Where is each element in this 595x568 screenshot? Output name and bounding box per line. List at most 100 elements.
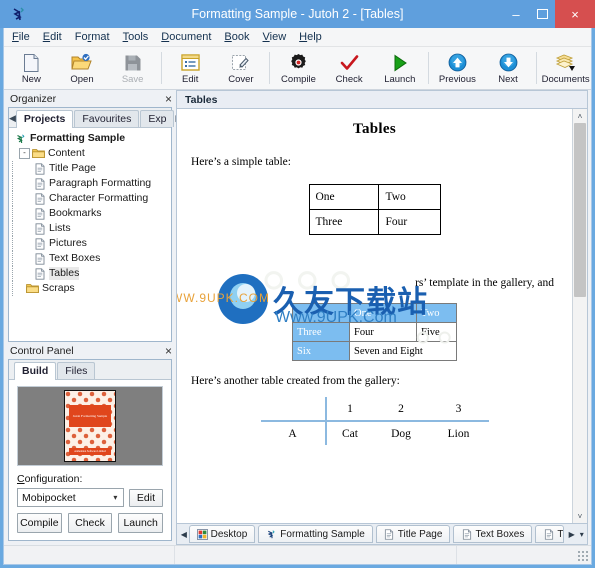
document-page[interactable]: Tables Here’s a simple table: One Two Th… <box>177 109 572 523</box>
table-cell-merged[interactable]: Seven and Eight <box>349 341 457 361</box>
menu-book[interactable]: Book <box>224 31 249 43</box>
toolbar-new-button[interactable]: New <box>6 47 57 89</box>
configuration-select[interactable]: Mobipocket ▾ <box>17 488 124 507</box>
menu-tools[interactable]: Tools <box>123 31 149 43</box>
tab-exp[interactable]: Exp <box>140 110 175 127</box>
table-cell[interactable] <box>292 303 350 323</box>
document-header: Tables <box>176 90 588 108</box>
cover-title: Jutoh Formatting Sample <box>69 405 111 427</box>
simple-table[interactable]: One Two Three Four <box>308 184 441 235</box>
document-icon <box>33 207 46 220</box>
table-cell[interactable]: Six <box>292 341 350 361</box>
resize-grip-icon[interactable] <box>577 549 588 561</box>
toolbar-compile-label: Compile <box>281 73 316 85</box>
new-document-icon <box>23 52 40 74</box>
maximize-button[interactable] <box>529 0 555 28</box>
tree-item-tables[interactable]: Tables <box>12 266 171 281</box>
table-cell[interactable]: Four <box>349 322 417 342</box>
scroll-up-button[interactable]: ˄ <box>573 109 587 123</box>
document-editor[interactable]: Tables Here’s a simple table: One Two Th… <box>176 108 588 524</box>
cover-preview[interactable]: Jutoh Formatting Sample Anthemion Softwa… <box>17 386 163 466</box>
organizer-tabs-left-arrow[interactable]: ◀ <box>9 109 16 127</box>
minimize-button[interactable]: – <box>503 0 529 28</box>
tree-item-text-boxes[interactable]: Text Boxes <box>12 251 171 266</box>
table-cell[interactable]: Lion <box>429 421 489 445</box>
blue-table[interactable]: One Two Three Four Five Six Seven and Ei… <box>292 303 457 361</box>
table-cell[interactable]: One <box>349 303 417 323</box>
menu-help[interactable]: Help <box>299 31 322 43</box>
launch-button[interactable]: Launch <box>118 513 164 533</box>
close-button[interactable]: × <box>555 0 595 28</box>
toolbar-documents-button[interactable]: Documents <box>540 47 591 89</box>
tree-item-title-page[interactable]: Title Page <box>12 161 171 176</box>
tree-item-lists[interactable]: Lists <box>12 221 171 236</box>
toolbar-edit-label: Edit <box>182 73 199 85</box>
doc-tab-desktop[interactable]: Desktop <box>188 525 256 543</box>
table-cell[interactable]: Dog <box>373 421 428 445</box>
organizer-header: Organizer × <box>4 90 176 107</box>
table-cell[interactable]: Three <box>308 209 380 235</box>
scroll-thumb[interactable] <box>574 123 586 297</box>
tree-item-bookmarks[interactable]: Bookmarks <box>12 206 171 221</box>
toolbar-launch-button[interactable]: Launch <box>374 47 425 89</box>
doc-tab-tables[interactable]: T <box>535 525 564 543</box>
menu-file[interactable]: File <box>12 31 30 43</box>
organizer-close-icon[interactable]: × <box>165 93 172 105</box>
toolbar-open-button[interactable]: Open <box>57 47 108 89</box>
table-cell[interactable]: 2 <box>373 397 429 422</box>
menu-document[interactable]: Document <box>161 31 211 43</box>
table-cell[interactable]: One <box>308 184 380 210</box>
tree-expander-content[interactable]: - <box>19 148 30 159</box>
menu-format[interactable]: Format <box>75 31 110 43</box>
gallery-table[interactable]: 1 2 3 A Cat Dog Lion <box>260 397 489 445</box>
table-cell[interactable]: Four <box>378 209 441 235</box>
document-vertical-scrollbar[interactable]: ˄ ˅ <box>572 109 587 523</box>
tabbar-right-arrow[interactable]: ▶ <box>567 530 577 539</box>
tabbar-left-arrow[interactable]: ◀ <box>179 530 189 539</box>
table-cell[interactable]: Two <box>416 303 457 323</box>
table-cell[interactable]: Cat <box>324 421 374 445</box>
toolbar-save-button[interactable]: Save <box>107 47 158 89</box>
toolbar-next-button[interactable]: Next <box>483 47 534 89</box>
table-cell[interactable]: 3 <box>428 397 489 422</box>
toolbar-compile-button[interactable]: Compile <box>273 47 324 89</box>
toolbar-cover-button[interactable]: Cover <box>216 47 267 89</box>
table-cell[interactable]: Five <box>416 322 457 342</box>
toolbar-edit-button[interactable]: Edit <box>165 47 216 89</box>
status-field-2 <box>175 546 457 564</box>
toolbar-previous-button[interactable]: Previous <box>432 47 483 89</box>
scroll-down-button[interactable]: ˅ <box>573 509 587 523</box>
menu-view[interactable]: View <box>263 31 287 43</box>
tree-item-pictures[interactable]: Pictures <box>12 236 171 251</box>
tab-files[interactable]: Files <box>57 362 96 379</box>
toolbar-next-label: Next <box>498 73 518 85</box>
doc-tab-text-boxes[interactable]: Text Boxes <box>453 525 533 543</box>
menu-edit[interactable]: Edit <box>43 31 62 43</box>
table-cell[interactable]: Two <box>378 184 441 210</box>
tabbar-more-icon[interactable]: ▾ <box>577 530 587 539</box>
check-button[interactable]: Check <box>67 513 113 533</box>
tree-item-content[interactable]: - Content <box>12 146 171 161</box>
doc-tab-title-page[interactable]: Title Page <box>375 525 451 543</box>
table-cell[interactable]: 1 <box>324 397 374 422</box>
tab-build[interactable]: Build <box>14 362 57 380</box>
book-cover-thumbnail: Jutoh Formatting Sample Anthemion Softwa… <box>64 390 116 462</box>
tree-item-paragraph-formatting[interactable]: Paragraph Formatting <box>12 176 171 191</box>
cover-design-icon <box>231 52 250 74</box>
tree-item-scraps[interactable]: Scraps <box>12 281 171 296</box>
table-cell[interactable]: Three <box>292 322 350 342</box>
page-title: Tables <box>353 121 396 137</box>
doc-tab-formatting-sample[interactable]: Formatting Sample <box>258 525 373 543</box>
table-cell[interactable] <box>260 397 326 422</box>
tree-label: Content <box>48 147 85 159</box>
scroll-track[interactable] <box>573 123 587 509</box>
table-cell[interactable]: A <box>261 421 326 445</box>
compile-button[interactable]: Compile <box>17 513 62 533</box>
tree-item-formatting-sample[interactable]: Formatting Sample <box>12 131 171 146</box>
tab-favourites[interactable]: Favourites <box>74 110 140 127</box>
control-panel-close-icon[interactable]: × <box>165 345 172 357</box>
tab-projects[interactable]: Projects <box>15 110 74 128</box>
configuration-edit-button[interactable]: Edit <box>128 488 163 507</box>
tree-item-character-formatting[interactable]: Character Formatting <box>12 191 171 206</box>
toolbar-check-button[interactable]: Check <box>324 47 375 89</box>
